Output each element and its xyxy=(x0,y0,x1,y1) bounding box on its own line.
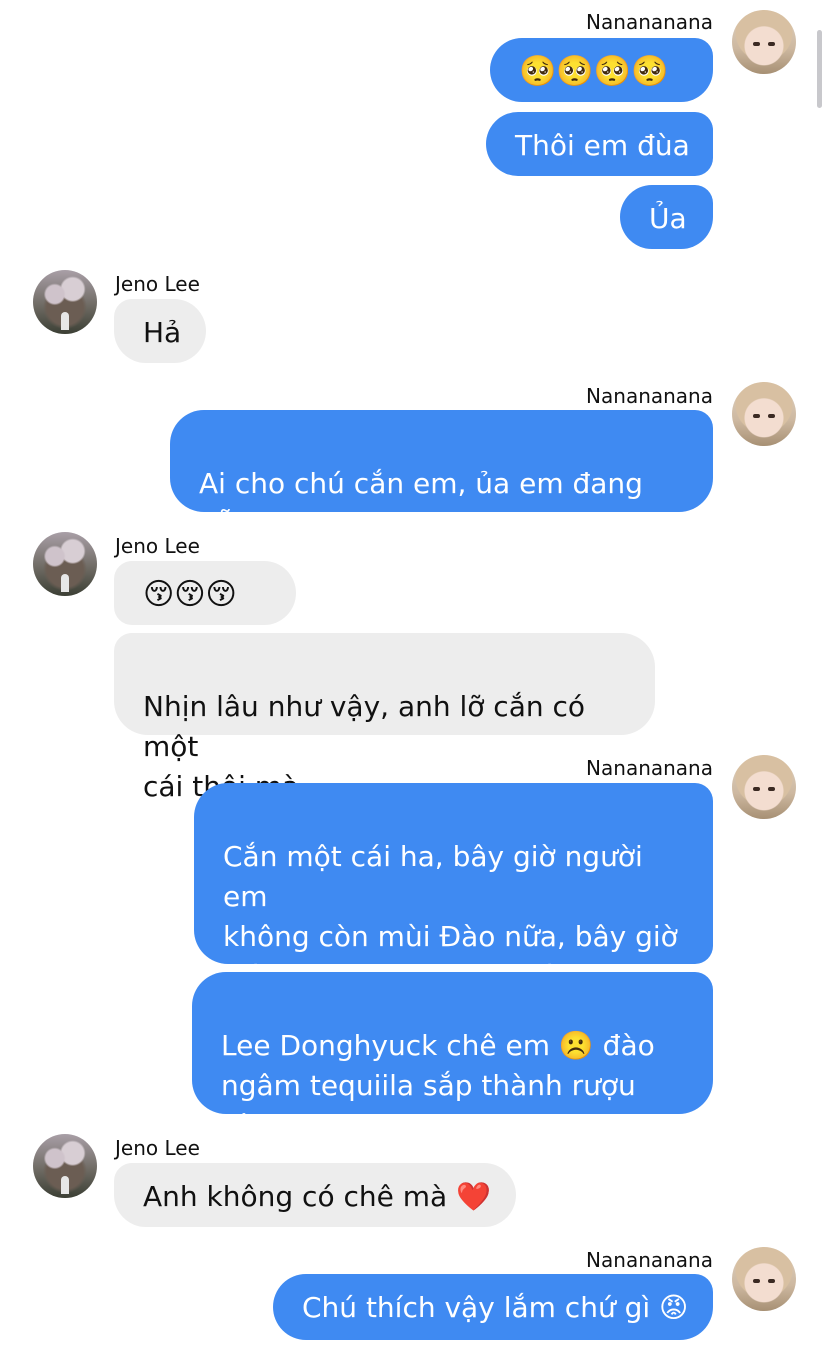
message-text: Lee Donghyuck chê em ☹️ đào ngâm tequiil… xyxy=(221,1029,655,1182)
message-text: 🥺🥺🥺🥺 xyxy=(519,54,669,89)
message-bubble[interactable]: Chú thích vậy lắm chứ gì 😡 xyxy=(273,1274,713,1340)
message-bubble[interactable]: Hả xyxy=(114,299,206,363)
avatar[interactable] xyxy=(732,382,796,446)
avatar[interactable] xyxy=(732,1247,796,1311)
message-bubble[interactable]: Anh không có chê mà ❤️ xyxy=(114,1163,516,1227)
chat-screen: Nanananana 🥺🥺🥺🥺 Thôi em đùa Ủa Jeno Lee … xyxy=(0,0,828,1353)
message-text: Hả xyxy=(143,316,182,349)
scrollbar[interactable] xyxy=(817,30,822,108)
message-text: Chú thích vậy lắm chứ gì 😡 xyxy=(302,1291,689,1324)
avatar[interactable] xyxy=(732,755,796,819)
message-text: Thôi em đùa xyxy=(515,129,690,162)
message-text: 😚😚😚 xyxy=(143,577,237,612)
sender-name: Nanananana xyxy=(586,10,713,34)
avatar[interactable] xyxy=(33,532,97,596)
message-bubble[interactable]: 🥺🥺🥺🥺 xyxy=(490,38,713,102)
avatar[interactable] xyxy=(33,1134,97,1198)
message-text: Ủa xyxy=(649,202,687,235)
sender-name: Jeno Lee xyxy=(115,534,200,558)
sender-name: Jeno Lee xyxy=(115,272,200,296)
message-bubble[interactable]: 😚😚😚 xyxy=(114,561,296,625)
avatar[interactable] xyxy=(33,270,97,334)
message-bubble[interactable]: Nhịn lâu như vậy, anh lỡ cắn có một cái … xyxy=(114,633,655,803)
avatar[interactable] xyxy=(732,10,796,74)
message-bubble[interactable]: Thôi em đùa xyxy=(486,112,713,176)
sender-name: Nanananana xyxy=(586,1248,713,1272)
sender-name: Nanananana xyxy=(586,384,713,408)
message-bubble[interactable]: Ai cho chú cắn em, ủa em đang dỗi mà 😡 xyxy=(170,410,713,580)
message-bubble[interactable]: Cắn một cái ha, bây giờ người em không c… xyxy=(194,783,713,1033)
sender-name: Nanananana xyxy=(586,756,713,780)
message-bubble[interactable]: Lee Donghyuck chê em ☹️ đào ngâm tequiil… xyxy=(192,972,713,1182)
message-text: Anh không có chê mà ❤️ xyxy=(143,1180,491,1213)
sender-name: Jeno Lee xyxy=(115,1136,200,1160)
message-bubble[interactable]: Ủa xyxy=(620,185,713,249)
